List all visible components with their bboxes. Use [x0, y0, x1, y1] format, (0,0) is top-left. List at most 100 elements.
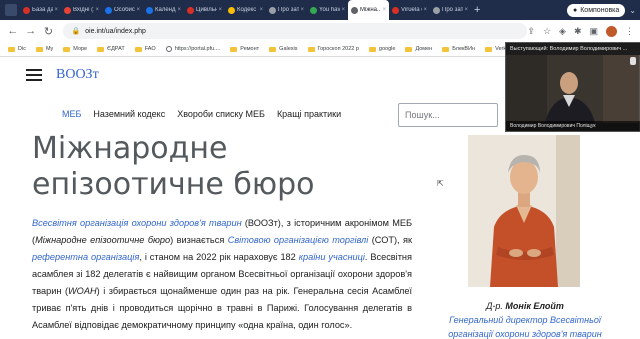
bookmark-item[interactable]: ЄДРАТ	[97, 46, 125, 52]
participant-name: Володимир Володимирович Поліщук	[506, 121, 640, 131]
bookmark-item[interactable]: БлекВИн	[442, 46, 475, 52]
bookmark-item[interactable]: Dic	[8, 46, 26, 52]
folder-icon	[269, 46, 277, 52]
nav-link-1[interactable]: Наземний кодекс	[93, 109, 165, 119]
site-wordmark[interactable]: ВООЗт	[56, 67, 99, 83]
bookmark-star-icon[interactable]: ☆	[543, 26, 551, 37]
link-reference-org[interactable]: референтна організація	[32, 252, 139, 262]
tab-4[interactable]: Цивільний ...×	[184, 0, 225, 20]
tab-2[interactable]: Особиста ...×	[102, 0, 143, 20]
link-member-countries[interactable]: країни учасниці	[299, 252, 365, 262]
tab-menu-chevron-icon[interactable]: ⌄	[629, 6, 636, 15]
microphone-icon[interactable]	[630, 57, 636, 65]
tab-8[interactable]: Міжна... ×	[348, 0, 389, 20]
tab-9[interactable]: Viruela ovin...×	[389, 0, 430, 20]
tab-0[interactable]: Базa даних ...×	[20, 0, 61, 20]
search-input[interactable]: Пошук...	[398, 103, 498, 127]
tab-7[interactable]: You have leg...×	[307, 0, 348, 20]
tab-label: Міжна...	[360, 7, 382, 13]
avatar[interactable]	[606, 25, 617, 37]
hamburger-menu-icon[interactable]	[26, 69, 42, 81]
bookmark-label: БлекВИн	[452, 46, 476, 52]
body-text-4: , і станом на 2022 рік нараховує 182	[139, 252, 299, 262]
address-bar[interactable]: 🔒 oie.int/ua/index.php	[63, 23, 528, 39]
tab-label: Вхідні (1) – ...	[73, 7, 94, 13]
tab-label: Кодекс атлан...	[237, 7, 258, 13]
bookmark-item[interactable]: FAO	[134, 46, 156, 52]
profile-label: Компоновка	[580, 6, 620, 14]
bookmark-label: FAO	[144, 46, 156, 52]
speaker-image	[507, 55, 639, 123]
folder-icon	[405, 46, 413, 52]
tab-close-icon[interactable]: ×	[464, 7, 468, 13]
tab-label: Viruela ovin...	[401, 7, 422, 13]
tab-1[interactable]: Вхідні (1) – ...×	[61, 0, 102, 20]
bookmark-item[interactable]: Гороскоп 2022 р	[307, 46, 359, 52]
bookmark-label: Dic	[18, 46, 26, 52]
nav-link-3[interactable]: Кращі практики	[277, 109, 341, 119]
bookmark-item[interactable]: https://portal.pfu....	[165, 46, 220, 52]
tab-3[interactable]: Календар Go...×	[143, 0, 184, 20]
tab-close-icon[interactable]: ×	[177, 7, 181, 13]
folder-icon	[442, 46, 450, 52]
director-portrait	[468, 135, 580, 287]
tab-favicon-icon	[269, 6, 276, 14]
portrait-caption: Д-р. Монік Елойт Генеральний директор Вс…	[430, 299, 620, 339]
link-wto[interactable]: Світовою організацією торгівлі	[228, 235, 369, 245]
tab-favicon-icon	[146, 6, 153, 14]
bookmark-label: Гороскоп 2022 р	[317, 46, 359, 52]
tab-close-icon[interactable]: ×	[382, 7, 386, 13]
back-icon[interactable]: ←	[6, 24, 20, 38]
nav-link-0[interactable]: МЕБ	[62, 109, 81, 119]
tab-6[interactable]: Про затвер...×	[266, 0, 307, 20]
bookmark-label: Море	[73, 46, 88, 52]
bookmark-item[interactable]: Домен	[405, 46, 432, 52]
tab-search-icon[interactable]	[5, 4, 17, 16]
tabstrip-right: ● Компоновка ⌄	[567, 0, 636, 20]
tab-close-icon[interactable]: ×	[95, 7, 99, 13]
new-tab-button[interactable]: +	[474, 4, 480, 16]
tab-10[interactable]: Про затвер...×	[430, 0, 471, 20]
tab-close-icon[interactable]: ×	[423, 7, 427, 13]
sidepanel-icon[interactable]: ▣	[589, 26, 598, 37]
video-call-overlay[interactable]: Выступающий: Володимир Володимирович ...…	[505, 42, 640, 132]
folder-icon	[8, 46, 15, 52]
puzzle-icon[interactable]: ✱	[574, 26, 582, 37]
bookmark-item[interactable]: google	[368, 46, 396, 52]
folder-icon	[368, 46, 376, 52]
tab-favicon-icon	[23, 6, 30, 14]
folder-icon	[97, 46, 105, 52]
folder-icon	[307, 46, 315, 52]
bookmark-label: google	[378, 46, 396, 52]
bookmark-label: Galexis	[279, 46, 298, 52]
bookmark-item[interactable]: Galexis	[269, 46, 298, 52]
tab-close-icon[interactable]: ×	[341, 7, 345, 13]
caption-role[interactable]: Генеральний директор Всесвітньої організ…	[430, 313, 620, 339]
bookmark-item[interactable]: My	[35, 46, 53, 52]
tab-close-icon[interactable]: ×	[54, 7, 58, 13]
portrait-image	[468, 135, 580, 287]
tab-5[interactable]: Кодекс атлан...×	[225, 0, 266, 20]
bookmark-item[interactable]: Море	[63, 46, 87, 52]
bookmark-label: Домен	[415, 46, 433, 52]
article-body: Всесвітня організація охорони здоров'я т…	[32, 215, 412, 334]
bookmark-item[interactable]: Ремонт	[230, 46, 259, 52]
menu-icon[interactable]: ⋮	[625, 26, 634, 37]
link-woah[interactable]: Всесвітня організація охорони здоров'я т…	[32, 218, 242, 228]
tab-strip: Базa даних ...×Вхідні (1) – ...×Особиста…	[0, 0, 640, 20]
forward-icon[interactable]: →	[24, 24, 38, 38]
tab-close-icon[interactable]: ×	[259, 7, 263, 13]
extension-icon[interactable]: ◈	[559, 26, 566, 37]
profile-button[interactable]: ● Компоновка	[567, 3, 626, 17]
nav-link-2[interactable]: Хвороби списку МЕБ	[177, 109, 265, 119]
reload-icon[interactable]: ↻	[42, 24, 56, 38]
share-icon[interactable]: ⇪	[527, 26, 535, 37]
tab-close-icon[interactable]: ×	[218, 7, 222, 13]
folder-icon	[63, 46, 71, 52]
lock-icon[interactable]: 🔒	[71, 27, 80, 35]
toolbar-icons: ⇪ ☆ ◈ ✱ ▣ ⋮	[527, 25, 634, 37]
tab-close-icon[interactable]: ×	[300, 7, 304, 13]
speaker-label: Выступающий: Володимир Володимирович ...	[506, 43, 640, 55]
tab-close-icon[interactable]: ×	[136, 7, 140, 13]
tab-favicon-icon	[433, 6, 440, 14]
